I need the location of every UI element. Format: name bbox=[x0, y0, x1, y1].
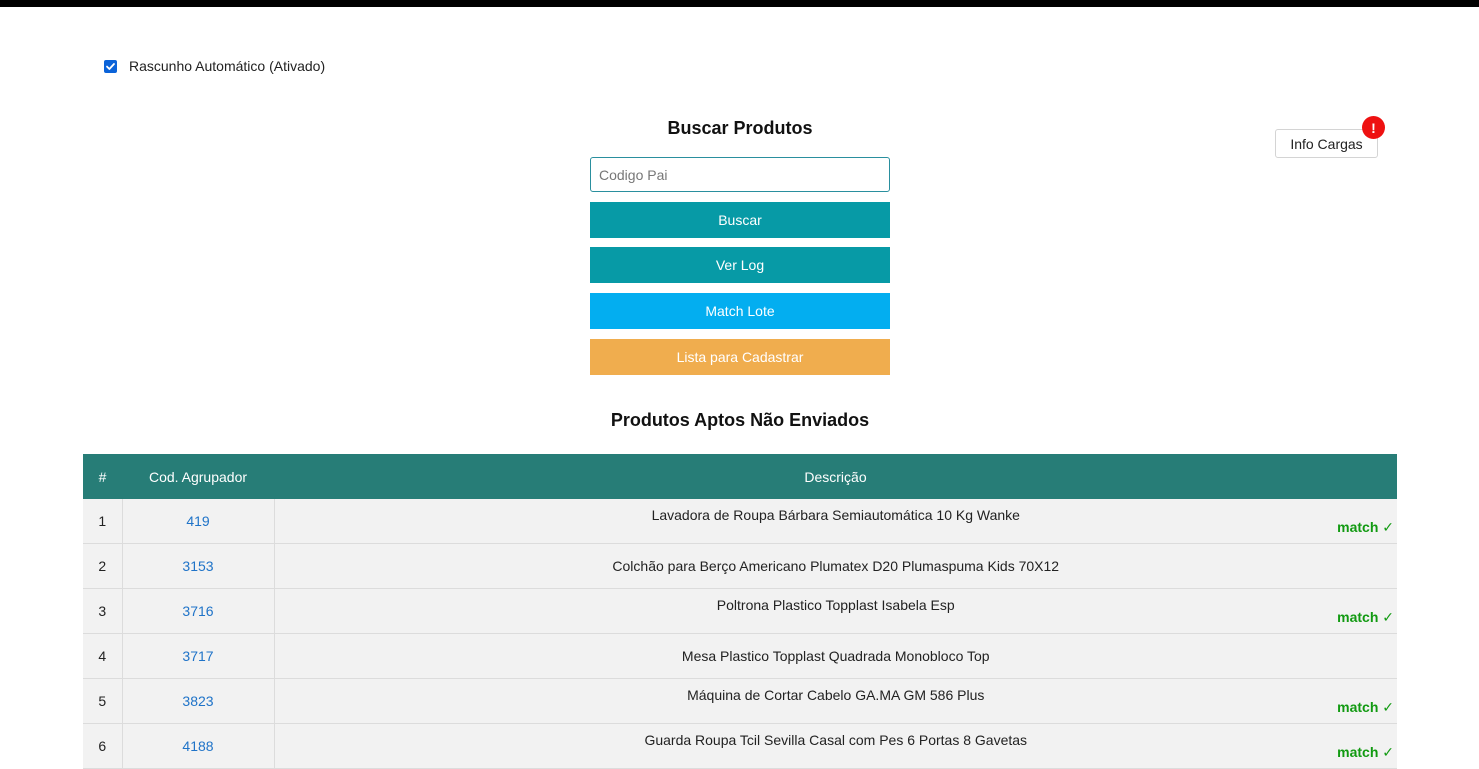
product-code-link[interactable]: 3823 bbox=[182, 693, 213, 709]
product-description: Colchão para Berço Americano Plumatex D2… bbox=[612, 558, 1060, 574]
products-table: # Cod. Agrupador Descrição 1 419 Lavadora … bbox=[83, 454, 1397, 769]
row-number: 2 bbox=[83, 543, 123, 589]
row-number: 4 bbox=[83, 633, 123, 679]
row-number: 3 bbox=[83, 588, 123, 634]
auto-draft-label: Rascunho Automático (Ativado) bbox=[129, 58, 326, 74]
table-row[interactable]: 3 3716 Poltrona Plastico Topplast Isabela … bbox=[83, 588, 1397, 634]
table-row[interactable]: 4 3717 Mesa Plastico Topplast Quadrada Mon… bbox=[83, 633, 1397, 679]
header-code: Cod. Agrupador bbox=[122, 454, 274, 499]
info-cargas-button[interactable]: Info Cargas bbox=[1275, 129, 1378, 158]
row-description-cell: Máquina de Cortar Cabelo GA.MA GM 586 Pl… bbox=[274, 678, 1397, 724]
row-description-cell: Colchão para Berço Americano Plumatex D2… bbox=[274, 543, 1397, 589]
match-indicator: match ✓ bbox=[1337, 609, 1394, 625]
product-code-link[interactable]: 3717 bbox=[182, 648, 213, 664]
product-description: Máquina de Cortar Cabelo GA.MA GM 586 Pl… bbox=[687, 687, 985, 703]
match-indicator: match ✓ bbox=[1337, 699, 1394, 715]
row-code-cell: 3823 bbox=[122, 678, 275, 724]
product-code-link[interactable]: 4188 bbox=[182, 738, 213, 754]
table-title: Produtos Aptos Não Enviados bbox=[610, 410, 870, 430]
row-number: 5 bbox=[83, 678, 123, 724]
codigo-pai-input[interactable] bbox=[590, 157, 890, 192]
lista-cadastrar-button[interactable]: Lista para Cadastrar bbox=[590, 339, 890, 375]
header-desc: Descrição bbox=[274, 454, 1397, 499]
product-description: Poltrona Plastico Topplast Isabela Esp bbox=[716, 597, 955, 613]
auto-draft-checkbox[interactable] bbox=[104, 59, 117, 73]
checkmark-icon bbox=[106, 62, 115, 70]
product-description: Lavadora de Roupa Bárbara Semiautomática… bbox=[651, 507, 1020, 523]
product-code-link[interactable]: 419 bbox=[186, 513, 209, 529]
row-description-cell: Mesa Plastico Topplast Quadrada Monobloc… bbox=[274, 633, 1397, 679]
buscar-button[interactable]: Buscar bbox=[590, 202, 890, 238]
product-code-link[interactable]: 3153 bbox=[182, 558, 213, 574]
match-lote-button[interactable]: Match Lote bbox=[590, 293, 890, 329]
search-title: Buscar Produtos bbox=[667, 118, 813, 138]
auto-draft-toggle[interactable]: Rascunho Automático (Ativado) bbox=[104, 58, 325, 74]
product-description: Mesa Plastico Topplast Quadrada Monobloc… bbox=[681, 648, 990, 664]
row-code-cell: 3717 bbox=[122, 633, 275, 679]
table-row[interactable]: 1 419 Lavadora de Roupa Bárbara Semiautomá… bbox=[83, 499, 1397, 544]
top-black-bar bbox=[0, 0, 1479, 7]
table-row[interactable]: 2 3153 Colchão para Berço Americano Plumat… bbox=[83, 543, 1397, 589]
row-code-cell: 419 bbox=[122, 499, 275, 544]
match-indicator: match ✓ bbox=[1337, 744, 1394, 760]
table-header-row: # Cod. Agrupador Descrição bbox=[83, 454, 1397, 499]
row-description-cell: Lavadora de Roupa Bárbara Semiautomática… bbox=[274, 499, 1397, 544]
alert-badge: ! bbox=[1362, 116, 1385, 139]
product-description: Guarda Roupa Tcil Sevilla Casal com Pes … bbox=[644, 732, 1028, 748]
product-code-link[interactable]: 3716 bbox=[182, 603, 213, 619]
match-indicator: match ✓ bbox=[1337, 519, 1394, 535]
row-code-cell: 3153 bbox=[122, 543, 275, 589]
header-num: # bbox=[83, 454, 122, 499]
ver-log-button[interactable]: Ver Log bbox=[590, 247, 890, 283]
row-number: 1 bbox=[83, 499, 123, 544]
row-code-cell: 3716 bbox=[122, 588, 275, 634]
table-row[interactable]: 5 3823 Máquina de Cortar Cabelo GA.MA GM 5… bbox=[83, 678, 1397, 724]
row-description-cell: Poltrona Plastico Topplast Isabela Esp ma… bbox=[274, 588, 1397, 634]
